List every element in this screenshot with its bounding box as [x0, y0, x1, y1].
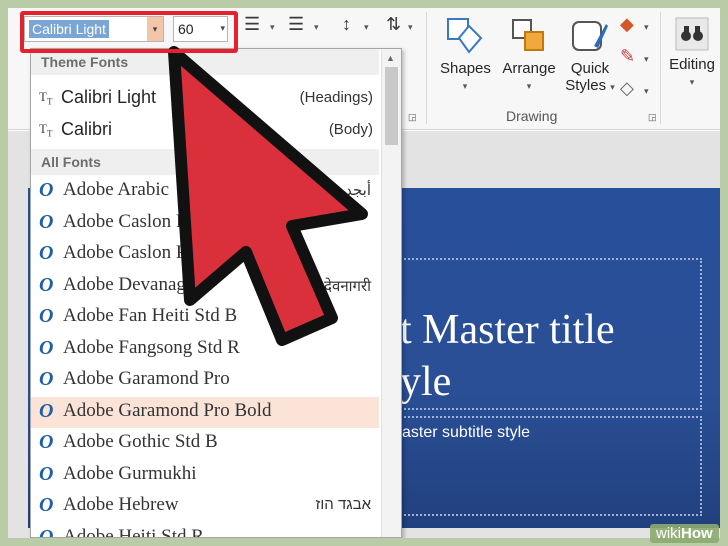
quick-styles-icon: [572, 21, 608, 51]
font-box-highlight: [20, 11, 238, 53]
font-list-item[interactable]: O Adobe Garamond Pro: [31, 365, 379, 396]
binoculars-icon: [675, 17, 709, 51]
font-dropdown-list[interactable]: Theme Fonts TT Calibri Light (Headings) …: [30, 48, 402, 538]
font-list-item[interactable]: O Adobe Arabic أبجد هوز: [31, 176, 379, 207]
quick-styles-dropdown-icon[interactable]: ▾: [610, 82, 615, 92]
drawing-group-label: Drawing: [506, 108, 558, 124]
font-item-sample: أبجد هوز: [318, 182, 371, 199]
shape-fill-icon[interactable]: ◆: [620, 14, 634, 35]
font-list-item[interactable]: O Adobe Garamond Pro Bold: [31, 396, 379, 428]
font-item-role: (Body): [328, 121, 373, 138]
bullets-icon[interactable]: ☰: [244, 14, 260, 35]
font-item-name: Adobe Fangsong Std R: [63, 336, 240, 358]
shape-outline-dropdown-icon[interactable]: ▾: [644, 54, 649, 65]
font-item-name: Adobe Hebrew: [63, 494, 179, 515]
font-item-name: Adobe Gurmukhi: [63, 462, 197, 484]
slide-title-line-2: yle: [400, 359, 452, 405]
font-list-item[interactable]: O Adobe Fangsong Std R: [31, 334, 379, 365]
opentype-icon: O: [39, 462, 54, 485]
watermark-prefix: wiki: [656, 525, 681, 542]
watermark-suffix: How: [681, 525, 713, 542]
font-item-name: Adobe Caslon Pro Bold: [63, 242, 245, 263]
font-item-name: Adobe Arabic: [63, 179, 170, 200]
shape-effects-icon[interactable]: ◇: [620, 78, 634, 99]
editing-button[interactable]: Editing ▾: [666, 16, 718, 88]
shape-effects-dropdown-icon[interactable]: ▾: [644, 86, 649, 97]
scroll-up-icon[interactable]: ▲: [386, 53, 395, 63]
text-direction-icon[interactable]: ⇅: [386, 14, 401, 35]
slide-subtitle-text[interactable]: aster subtitle style: [402, 424, 530, 442]
numbering-dropdown-icon[interactable]: ▾: [314, 22, 319, 33]
shapes-icon: [447, 18, 483, 54]
opentype-icon: O: [39, 399, 54, 422]
quick-styles-button[interactable]: Quick Styles ▾: [564, 16, 616, 94]
slide-title-text[interactable]: t Master title yle: [400, 304, 720, 408]
quick-styles-label-1: Quick: [570, 60, 610, 77]
opentype-icon: O: [39, 494, 54, 516]
opentype-icon: O: [39, 336, 54, 359]
shapes-button[interactable]: Shapes ▾: [440, 16, 491, 92]
arrange-icon: [512, 19, 544, 51]
slide-title-line-1: t Master title: [400, 307, 615, 353]
truetype-icon: TT: [39, 121, 53, 139]
dropdown-scrollbar[interactable]: ▲: [381, 49, 401, 537]
scroll-thumb[interactable]: [385, 67, 398, 145]
font-list-item[interactable]: O Adobe Gurmukhi: [31, 460, 379, 491]
text-direction-dropdown-icon[interactable]: ▾: [408, 22, 413, 33]
font-item-name: Adobe Garamond Pro Bold: [63, 399, 272, 421]
font-list-item[interactable]: O Adobe Heiti Std R: [31, 523, 379, 538]
ribbon-separator: [660, 12, 661, 124]
font-list-item[interactable]: O Adobe Fan Heiti Std B: [31, 302, 379, 333]
arrange-button[interactable]: Arrange ▾: [498, 16, 560, 92]
font-item-name: Calibri: [61, 119, 113, 139]
all-fonts-header: All Fonts: [31, 149, 379, 175]
font-list-item[interactable]: O Adobe Caslon Pro Bold: [31, 239, 379, 270]
shape-fill-dropdown-icon[interactable]: ▾: [644, 22, 649, 33]
bullets-dropdown-icon[interactable]: ▾: [270, 22, 275, 33]
font-item-name: Adobe Fan Heiti Std B: [63, 305, 238, 326]
opentype-icon: O: [39, 431, 54, 453]
font-item-name: Adobe Gothic Std B: [63, 431, 218, 452]
opentype-icon: O: [39, 273, 54, 296]
shapes-label: Shapes: [440, 60, 491, 77]
wikihow-watermark: wikiHow: [650, 524, 719, 543]
font-list-item[interactable]: O Adobe Gothic Std B: [31, 428, 379, 459]
editing-dropdown-icon[interactable]: ▾: [666, 77, 718, 88]
font-item-name: Adobe Heiti Std R: [63, 525, 204, 538]
opentype-icon: O: [39, 525, 54, 538]
ribbon-separator: [426, 12, 427, 124]
opentype-icon: O: [39, 210, 54, 233]
theme-font-item-headings[interactable]: TT Calibri Light (Headings): [31, 83, 379, 115]
opentype-icon: O: [39, 242, 54, 264]
font-item-name: Adobe Caslon Pro: [63, 210, 203, 232]
opentype-icon: O: [39, 179, 54, 201]
arrange-label: Arrange: [502, 60, 556, 77]
font-list-item[interactable]: O Adobe Caslon Pro: [31, 208, 379, 239]
font-item-name: Adobe Devanagari: [63, 273, 206, 295]
font-item-role: (Headings): [299, 89, 373, 106]
font-item-sample: देवनागरी: [324, 277, 371, 295]
line-spacing-dropdown-icon[interactable]: ▾: [364, 22, 369, 33]
app-window: Calibri Light ▾ 60 ▾ ☰ ▾ ☰ ▾ ↕ ▾ ⇅ ▾ ⇳ S…: [8, 8, 720, 538]
drawing-dialog-launcher-icon[interactable]: ◲: [648, 112, 657, 123]
line-spacing-icon[interactable]: ↕: [342, 14, 351, 35]
shape-outline-icon[interactable]: ✎: [620, 46, 635, 67]
editing-label: Editing: [669, 56, 715, 73]
opentype-icon: O: [39, 305, 54, 327]
opentype-icon: O: [39, 368, 54, 390]
font-list-item[interactable]: O Adobe Devanagari देवनागरी: [31, 271, 379, 302]
font-item-name: Adobe Garamond Pro: [63, 368, 230, 389]
font-list-item[interactable]: O Adobe Hebrew אבגד הוז: [31, 491, 379, 522]
arrange-dropdown-icon[interactable]: ▾: [498, 81, 560, 92]
shapes-dropdown-icon[interactable]: ▾: [440, 81, 490, 92]
theme-font-item-body[interactable]: TT Calibri (Body): [31, 115, 379, 147]
font-item-sample: אבגד הוז: [315, 496, 371, 513]
paragraph-dialog-launcher-icon[interactable]: ◲: [408, 112, 417, 123]
quick-styles-label-2: Styles: [565, 77, 607, 94]
numbering-icon[interactable]: ☰: [288, 14, 304, 35]
truetype-icon: TT: [39, 89, 53, 107]
font-item-name: Calibri Light: [61, 87, 157, 107]
